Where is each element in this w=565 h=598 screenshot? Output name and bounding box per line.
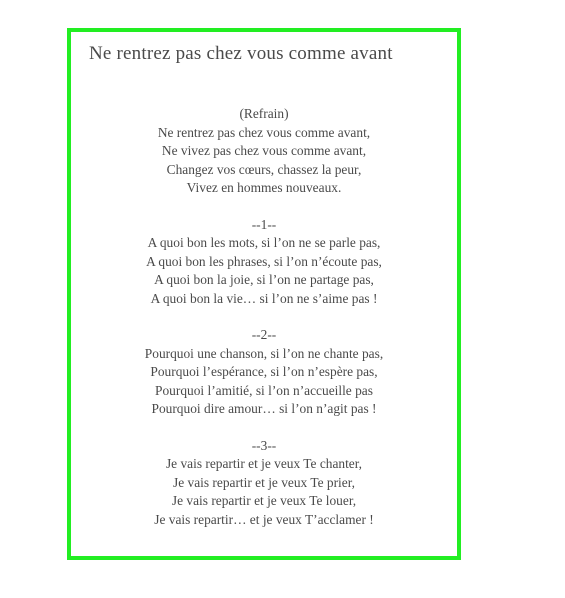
lyric-line: Je vais repartir et je veux Te prier, [173,474,355,490]
lyric-line: Je vais repartir… et je veux T’acclamer … [154,511,374,527]
song-title: Ne rentrez pas chez vous comme avant [89,43,393,64]
stanza-heading: --1-- [251,216,277,232]
stanza-heading: (Refrain) [239,106,289,121]
lyric-line: A quoi bon les phrases, si l’on n’écoute… [146,253,382,269]
song-lyrics: (Refrain) Ne rentrez pas chez vous comme… [71,105,457,529]
lyric-line: Pourquoi l’espérance, si l’on n’espère p… [150,364,378,379]
lyric-line: Vivez en hommes nouveaux. [186,180,342,195]
lyric-line: Ne rentrez pas chez vous comme avant, [157,124,371,140]
lyric-line: A quoi bon la joie, si l’on ne partage p… [154,272,374,287]
lyric-line: Changez vos cœurs, chassez la peur, [166,161,362,177]
stanza-2: --2-- Pourquoi une chanson, si l’on ne c… [71,326,457,419]
lyric-line: Je vais repartir et je veux Te chanter, [165,456,363,471]
lyric-line: Pourquoi l’amitié, si l’on n’accueille p… [155,382,373,398]
lyric-line: Ne vivez pas chez vous comme avant, [161,143,367,158]
song-sheet-frame: Ne rentrez pas chez vous comme avant (Re… [67,28,461,560]
lyric-line: Je vais repartir et je veux Te louer, [171,493,357,508]
stanza-1: --1-- A quoi bon les mots, si l’on ne se… [71,216,457,309]
lyric-line: A quoi bon les mots, si l’on ne se parle… [147,235,381,250]
lyric-line: A quoi bon la vie… si l’on ne s’aime pas… [150,290,378,306]
stanza-heading: --2-- [251,327,277,342]
stanza-3: --3-- Je vais repartir et je veux Te cha… [71,437,457,530]
stanza-refrain: (Refrain) Ne rentrez pas chez vous comme… [71,105,457,198]
lyric-line: Pourquoi une chanson, si l’on ne chante … [144,345,384,361]
lyric-line: Pourquoi dire amour… si l’on n’agit pas … [151,401,377,416]
stanza-heading: --3-- [251,437,277,453]
